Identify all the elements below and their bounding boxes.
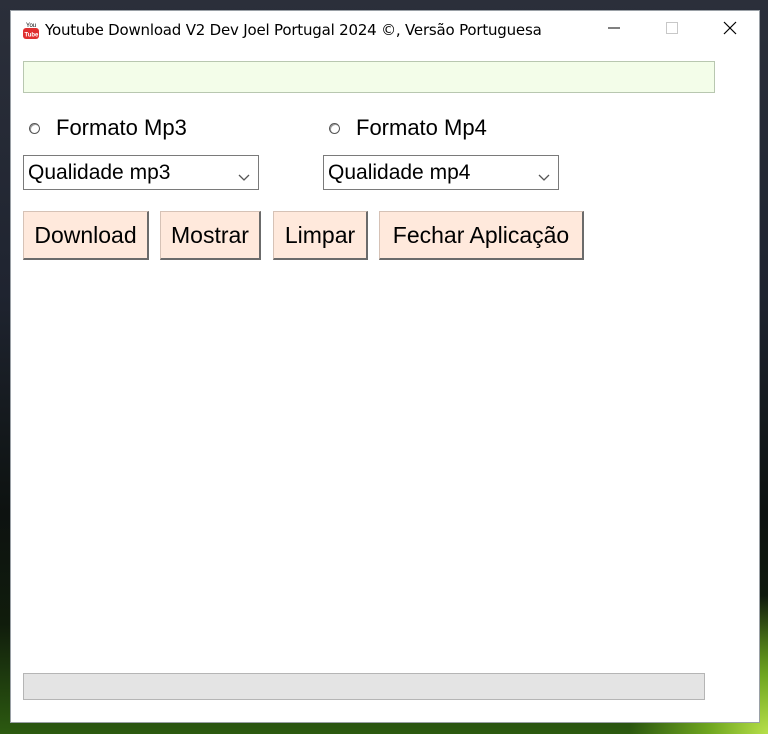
mp3-quality-value: Qualidade mp3 xyxy=(28,160,171,184)
chevron-down-icon xyxy=(538,165,550,189)
close-button[interactable] xyxy=(707,11,753,49)
maximize-icon xyxy=(666,21,678,39)
minimize-button[interactable] xyxy=(591,11,637,49)
window-title: Youtube Download V2 Dev Joel Portugal 20… xyxy=(45,21,542,39)
minimize-icon xyxy=(608,21,620,39)
chevron-down-icon xyxy=(238,165,250,189)
mp4-quality-value: Qualidade mp4 xyxy=(328,160,471,184)
download-button[interactable]: Download xyxy=(23,211,149,260)
url-input[interactable] xyxy=(23,61,715,93)
close-icon xyxy=(723,21,737,40)
svg-text:Tube: Tube xyxy=(25,33,40,39)
radio-mp3[interactable]: Formato Mp3 xyxy=(29,115,187,141)
youtube-icon: You Tube xyxy=(23,20,39,40)
mp3-quality-select[interactable]: Qualidade mp3 xyxy=(23,155,259,190)
close-app-button[interactable]: Fechar Aplicação xyxy=(379,211,584,260)
clear-button[interactable]: Limpar xyxy=(273,211,368,260)
app-window: You Tube Youtube Download V2 Dev Joel Po… xyxy=(10,10,760,723)
radio-mp4-label: Formato Mp4 xyxy=(356,115,487,140)
mp4-quality-select[interactable]: Qualidade mp4 xyxy=(323,155,559,190)
show-button[interactable]: Mostrar xyxy=(160,211,261,260)
download-progress-bar xyxy=(23,673,705,700)
radio-mp3-button[interactable] xyxy=(29,122,40,134)
title-bar[interactable]: You Tube Youtube Download V2 Dev Joel Po… xyxy=(11,11,759,49)
radio-mp4[interactable]: Formato Mp4 xyxy=(329,115,487,141)
radio-mp4-button[interactable] xyxy=(329,122,340,134)
radio-mp3-label: Formato Mp3 xyxy=(56,115,187,140)
maximize-button[interactable] xyxy=(649,11,695,49)
